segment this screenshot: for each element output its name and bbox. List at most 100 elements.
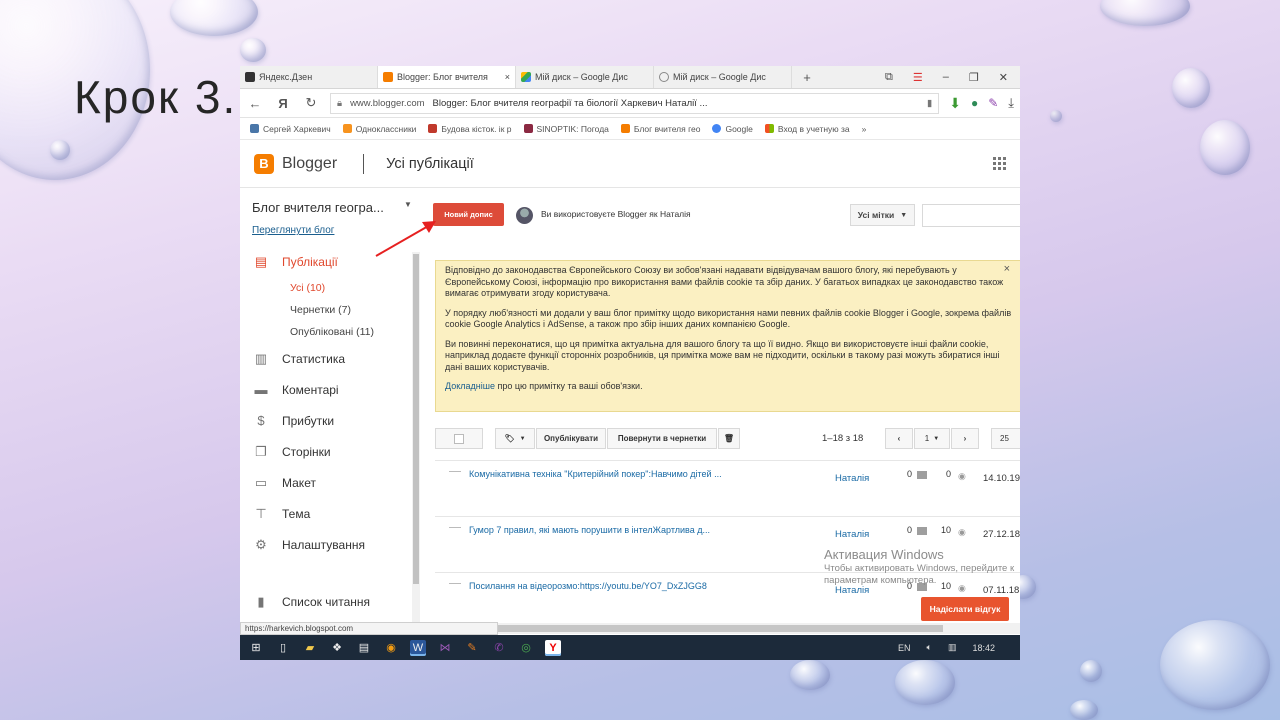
post-author[interactable]: Наталія — [835, 529, 869, 540]
send-feedback-button[interactable]: Надіслати відгук — [921, 597, 1009, 621]
downloads-icon[interactable]: ⤓ — [1008, 95, 1014, 111]
post-author[interactable]: Наталія — [835, 473, 869, 484]
water-drop — [895, 660, 955, 705]
volume-icon[interactable]: 🔈︎ — [927, 642, 932, 653]
delete-button[interactable]: 🗑︎ — [718, 428, 740, 449]
prev-page-button[interactable]: ‹ — [885, 428, 913, 449]
sidebar-scrollbar[interactable] — [412, 252, 420, 632]
scrollbar-thumb[interactable] — [413, 254, 419, 584]
revert-to-draft-button[interactable]: Повернути в чернетки — [607, 428, 717, 449]
pointer-arrow — [375, 221, 436, 257]
url-page-title: Blogger: Блог вчителя географії та біоло… — [432, 97, 708, 109]
tab-yandex-zen[interactable]: Яндекс.Дзен — [240, 66, 378, 88]
blog-name: Блог вчителя геогра... — [252, 200, 384, 215]
sidebar-item-layout[interactable]: ▭ Макет — [240, 467, 410, 498]
reload-icon[interactable]: ↻ — [302, 95, 320, 111]
row-checkbox[interactable] — [449, 527, 461, 528]
labels-dropdown[interactable]: Усі мітки ▼ — [850, 204, 915, 226]
sidebar-item-settings[interactable]: ⚙ Налаштування — [240, 529, 410, 560]
sidebar-item-comments[interactable]: ▬ Коментарі — [240, 374, 410, 405]
network-icon[interactable]: ❖ — [329, 640, 345, 656]
maximize-icon[interactable]: ❐ — [969, 71, 979, 84]
avatar[interactable] — [516, 207, 533, 224]
bookmarks-more-button[interactable]: » — [862, 124, 867, 134]
close-tab-icon[interactable]: × — [505, 72, 510, 82]
site-icon — [428, 124, 438, 133]
scrollbar-thumb[interactable] — [493, 625, 943, 632]
sidebar-subitem-all[interactable]: Усі (10) — [240, 277, 410, 299]
select-all-checkbox[interactable] — [435, 428, 483, 449]
view-blog-link[interactable]: Переглянути блог — [252, 225, 334, 236]
learn-more-link[interactable]: Докладніше — [445, 381, 495, 391]
security-extension-icon[interactable]: ● — [971, 96, 978, 110]
bookmark-item[interactable]: Будова кісток. ік р — [428, 124, 512, 134]
header-divider — [363, 153, 365, 174]
trash-icon: 🗑︎ — [723, 434, 735, 443]
bookmark-item[interactable]: Одноклассники — [342, 124, 416, 134]
word-icon[interactable]: W — [410, 639, 426, 656]
language-indicator[interactable]: EN — [898, 643, 911, 653]
row-checkbox[interactable] — [449, 471, 461, 472]
task-view-icon[interactable]: ▯ — [275, 640, 291, 656]
post-title[interactable]: Комунікативна техніка "Критерійний покер… — [469, 469, 722, 479]
viber-icon[interactable]: ✆ — [491, 640, 507, 656]
per-page-select[interactable]: 25 — [991, 428, 1020, 449]
tab-blogger[interactable]: Blogger: Блог вчителя × — [378, 66, 516, 88]
search-input[interactable] — [922, 204, 1020, 227]
table-row[interactable]: Комунікативна техніка "Критерійний покер… — [435, 460, 1020, 516]
row-checkbox[interactable] — [449, 583, 461, 584]
visual-studio-icon[interactable]: ⋈ — [437, 640, 453, 656]
bookmark-item[interactable]: Сергей Харкевич — [250, 124, 331, 134]
horizontal-scrollbar[interactable] — [423, 623, 1020, 634]
download-extension-icon[interactable]: ⬇ — [949, 95, 961, 112]
tab-google-drive[interactable]: Мій диск – Google Дис — [516, 66, 654, 88]
sidebar-item-reading-list[interactable]: ▮ Список читання — [240, 586, 410, 617]
blogger-brand[interactable]: Blogger — [282, 155, 337, 173]
media-player-icon[interactable]: ◉ — [383, 640, 399, 656]
minimize-icon[interactable]: – — [943, 71, 949, 83]
sidebar-item-earnings[interactable]: $ Прибутки — [240, 405, 410, 436]
label-button[interactable]: 🏷︎ ▼ — [495, 428, 535, 449]
post-title[interactable]: Гумор 7 правил, які мають порушити в інт… — [469, 525, 710, 535]
yandex-logo-icon[interactable]: Я — [274, 96, 292, 111]
sidebar-subitem-drafts[interactable]: Чернетки (7) — [240, 299, 410, 321]
apps-grid-icon[interactable] — [993, 157, 1006, 170]
back-arrow-icon[interactable]: ← — [246, 96, 264, 111]
bookmark-item[interactable]: Вход в учетную за — [764, 124, 850, 134]
file-explorer-icon[interactable]: ▰ — [302, 640, 318, 656]
sidebar-item-label: Прибутки — [282, 413, 335, 428]
page-select[interactable]: 1 ▼ — [914, 428, 950, 449]
bookmark-icon[interactable]: ▮ — [927, 98, 932, 109]
clock[interactable]: 18:42 — [972, 643, 995, 653]
new-post-button[interactable]: Новий допис — [433, 203, 504, 226]
bookmark-item[interactable]: Блог вчителя гео — [620, 123, 701, 134]
tabs-overview-icon[interactable]: ⧉ — [885, 71, 893, 84]
notifications-icon[interactable]: ☰ — [913, 71, 923, 84]
publish-button[interactable]: Опублікувати — [536, 428, 606, 449]
posts-icon: ▤ — [254, 253, 268, 269]
sidebar-item-pages[interactable]: ❐ Сторінки — [240, 436, 410, 467]
document-icon[interactable]: ▤ — [356, 640, 372, 656]
chrome-icon[interactable]: ◎ — [518, 640, 534, 656]
bookmark-label: Блог вчителя гео — [633, 123, 701, 134]
sidebar-item-stats[interactable]: ▥ Статистика — [240, 343, 410, 374]
sidebar-item-theme[interactable]: ⊤ Тема — [240, 498, 410, 529]
next-page-button[interactable]: › — [951, 428, 979, 449]
url-field[interactable]: 🔒︎ www.blogger.com Blogger: Блог вчителя… — [330, 92, 940, 114]
post-title[interactable]: Посилання на відеорозмо:https://youtu.be… — [469, 581, 707, 591]
yandex-browser-icon[interactable]: Y — [545, 639, 561, 656]
start-windows-icon[interactable]: ⊞ — [248, 640, 264, 656]
close-notice-icon[interactable]: × — [1004, 263, 1010, 276]
network-tray-icon[interactable]: ▥ — [948, 642, 957, 653]
bookmark-item[interactable]: SINOPTIK: Погода — [523, 124, 609, 134]
bookmark-item[interactable]: Google — [712, 124, 753, 134]
tab-google-drive-2[interactable]: Мій диск – Google Дис — [654, 66, 792, 88]
close-window-icon[interactable]: ✕ — [999, 71, 1008, 84]
new-tab-button[interactable]: + — [792, 66, 822, 88]
paint-icon[interactable]: ✎ — [464, 640, 480, 656]
paint-extension-icon[interactable]: ✎ — [988, 96, 998, 110]
sidebar-subitem-published[interactable]: Опубліковані (11) — [240, 321, 410, 343]
blog-selector[interactable]: Блог вчителя геогра... ▼ — [252, 200, 412, 215]
blogger-logo-icon[interactable]: B — [254, 153, 274, 174]
tab-label: Мій диск – Google Дис — [673, 72, 766, 82]
